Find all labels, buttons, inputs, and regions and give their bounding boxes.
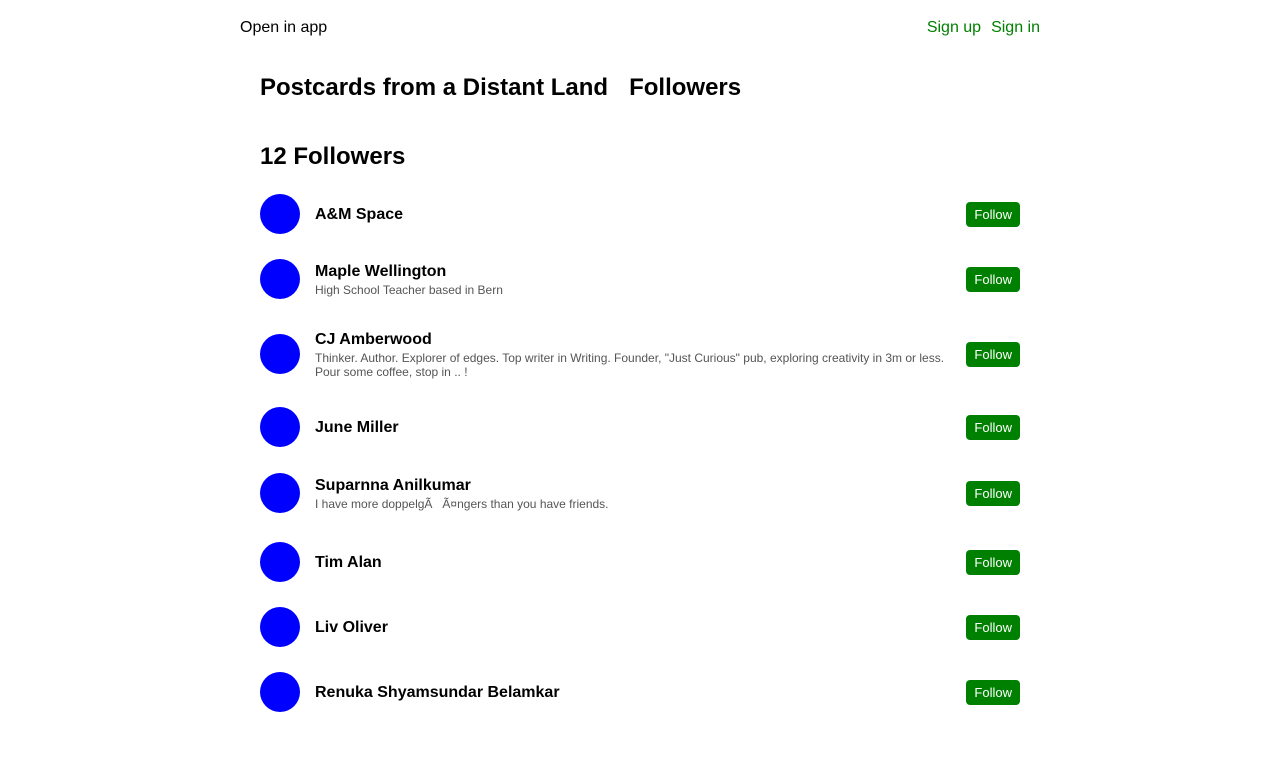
follower-name[interactable]: Liv Oliver [315, 618, 951, 637]
list-item: Renuka Shyamsundar Belamkar Follow [260, 672, 1020, 712]
avatar[interactable] [260, 473, 300, 513]
follow-button[interactable]: Follow [966, 414, 1020, 440]
follow-button[interactable]: Follow [966, 201, 1020, 227]
list-item: Liv Oliver Follow [260, 607, 1020, 647]
top-bar: Open in app Sign up Sign in [240, 17, 1040, 39]
list-item: Tim Alan Follow [260, 542, 1020, 582]
follow-button[interactable]: Follow [966, 679, 1020, 705]
list-item: Maple Wellington High School Teacher bas… [260, 259, 1020, 299]
follower-name[interactable]: A&M Space [315, 205, 951, 224]
sign-up-link[interactable]: Sign up [927, 19, 981, 37]
list-item: Suparnna Anilkumar I have more doppelgÃ … [260, 473, 1020, 513]
followers-count-heading: 12 Followers [260, 143, 406, 170]
follower-bio: High School Teacher based in Bern [315, 282, 503, 297]
follow-button[interactable]: Follow [966, 341, 1020, 367]
follower-name[interactable]: Tim Alan [315, 553, 951, 572]
publication-title[interactable]: Postcards from a Distant Land [260, 74, 608, 102]
follower-name[interactable]: Renuka Shyamsundar Belamkar [315, 683, 951, 702]
avatar[interactable] [260, 407, 300, 447]
follow-button[interactable]: Follow [966, 614, 1020, 640]
follower-bio: I have more doppelgÃ Ã¤ngers than you ha… [315, 496, 609, 511]
avatar[interactable] [260, 672, 300, 712]
list-item: CJ Amberwood Thinker. Author. Explorer o… [260, 325, 1020, 383]
avatar[interactable] [260, 542, 300, 582]
page-header: Postcards from a Distant Land Followers [260, 74, 1020, 110]
main-content: Postcards from a Distant Land Followers … [260, 74, 1020, 172]
follower-name[interactable]: Suparnna Anilkumar [315, 476, 951, 495]
auth-links: Sign up Sign in [927, 19, 1040, 37]
page-title: Followers [629, 74, 742, 101]
avatar[interactable] [260, 194, 300, 234]
follower-bio: Thinker. Author. Explorer of edges. Top … [315, 350, 945, 379]
avatar[interactable] [260, 334, 300, 374]
avatar[interactable] [260, 607, 300, 647]
follower-name[interactable]: Maple Wellington [315, 262, 951, 281]
avatar[interactable] [260, 259, 300, 299]
follower-name[interactable]: June Miller [315, 418, 951, 437]
open-in-app-link[interactable]: Open in app [240, 19, 327, 37]
list-item: A&M Space Follow [260, 194, 1020, 234]
follow-button[interactable]: Follow [966, 549, 1020, 575]
list-item: June Miller Follow [260, 407, 1020, 447]
follow-button[interactable]: Follow [966, 480, 1020, 506]
follow-button[interactable]: Follow [966, 266, 1020, 292]
sign-in-link[interactable]: Sign in [991, 19, 1040, 37]
follower-name[interactable]: CJ Amberwood [315, 330, 951, 349]
